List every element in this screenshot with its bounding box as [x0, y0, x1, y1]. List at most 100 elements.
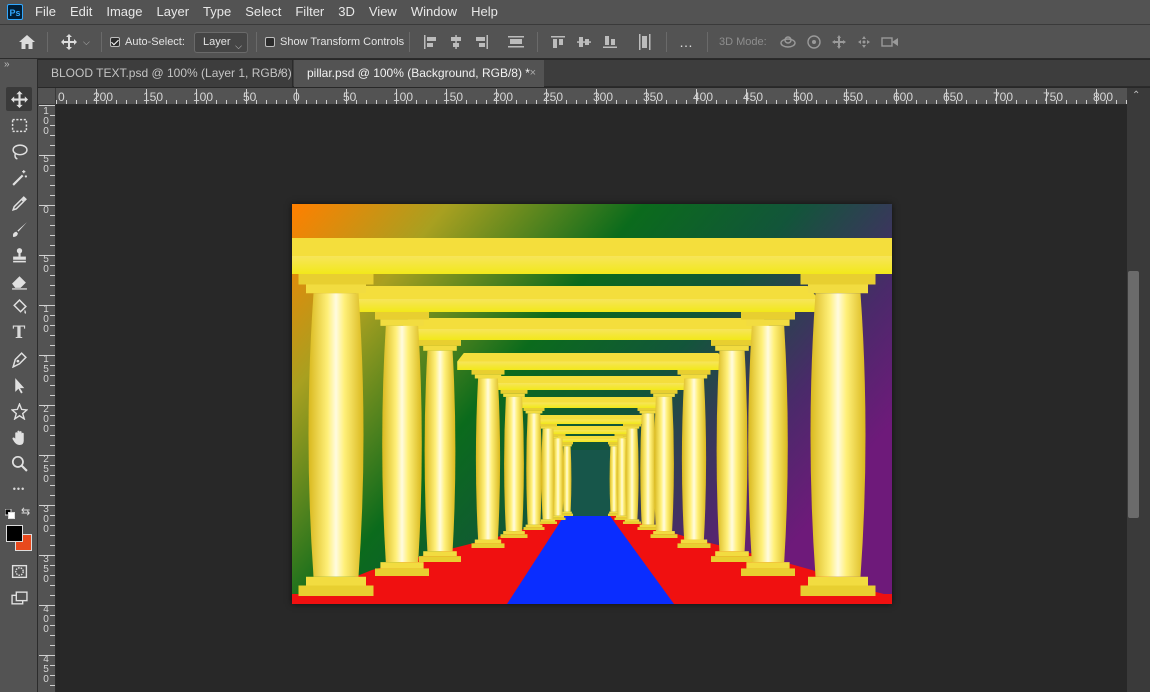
- pillar-shaft: [541, 428, 555, 520]
- distribute-horizontal-icon[interactable]: [638, 25, 652, 59]
- align-center-horizontal-icon[interactable]: [449, 35, 463, 49]
- custom-shape-tool[interactable]: [6, 399, 32, 423]
- beam-front: [531, 419, 649, 424]
- chevron-down-icon[interactable]: ⌵: [83, 37, 90, 48]
- eyedropper-tool[interactable]: [6, 191, 32, 215]
- auto-select-checkbox[interactable]: Auto-Select:: [110, 25, 185, 59]
- ruler-label: 700: [993, 90, 1014, 104]
- move-tool[interactable]: [6, 87, 32, 111]
- hand-icon: [11, 430, 24, 445]
- type-tool[interactable]: T: [6, 321, 32, 345]
- menu-type[interactable]: Type: [196, 0, 238, 24]
- show-transform-controls-checkbox[interactable]: Show Transform Controls: [265, 25, 404, 59]
- 3d-roll-icon[interactable]: [806, 34, 822, 50]
- 3d-tools-group: [779, 25, 899, 59]
- document-tab-blood-text[interactable]: BLOOD TEXT.psd @ 100% (Layer 1, RGB/8) ×: [38, 60, 293, 87]
- ellipsis-icon: •••: [12, 484, 26, 494]
- shape-icon: [10, 402, 28, 420]
- more-options-icon[interactable]: …: [679, 25, 694, 59]
- menu-help[interactable]: Help: [464, 0, 505, 24]
- beam-top: [555, 436, 626, 439]
- magic-wand-tool[interactable]: [6, 165, 32, 189]
- pillar-plinth: [298, 585, 374, 596]
- screen-mode-button[interactable]: [6, 586, 32, 610]
- distribute-icon[interactable]: [508, 25, 524, 59]
- pillar-capital: [375, 312, 429, 320]
- swap-colors-icon[interactable]: ⇆: [21, 505, 30, 518]
- ruler-label: 550: [843, 90, 864, 104]
- hand-tool[interactable]: [6, 425, 32, 449]
- menu-3d[interactable]: 3D: [331, 0, 362, 24]
- pillar-capital: [741, 312, 795, 320]
- pillar-plinth: [650, 534, 678, 538]
- move-tool-preset-icon[interactable]: ⌵: [61, 25, 90, 59]
- scrollbar-thumb[interactable]: [1128, 271, 1139, 518]
- 3d-pan-icon[interactable]: [831, 34, 847, 50]
- pillar-shaft: [526, 413, 542, 525]
- paint-bucket-icon: [12, 298, 27, 314]
- close-icon[interactable]: ×: [278, 60, 284, 87]
- show-transform-check[interactable]: [265, 37, 275, 47]
- pillar-capital: [650, 390, 678, 394]
- chevron-down-icon: ⌵: [235, 41, 242, 51]
- beam-top: [531, 415, 649, 420]
- eraser-tool[interactable]: [6, 269, 32, 293]
- paint-bucket-tool[interactable]: [6, 295, 32, 319]
- align-top-icon[interactable]: [551, 35, 565, 49]
- panel-collapse-icon[interactable]: »: [4, 59, 9, 70]
- zoom-tool[interactable]: [6, 451, 32, 475]
- brush-tool[interactable]: [6, 217, 32, 241]
- more-tools[interactable]: •••: [6, 477, 32, 501]
- pillar-base: [423, 551, 457, 557]
- beam-front: [555, 439, 626, 442]
- scroll-up-icon[interactable]: ⌃: [1132, 90, 1140, 101]
- pillar-capital: [711, 340, 753, 346]
- ruler-label: 4 5 0: [43, 654, 49, 685]
- pillar-capital: [500, 390, 528, 394]
- document-canvas[interactable]: [292, 204, 892, 604]
- menu-file[interactable]: File: [35, 0, 63, 24]
- beam-top: [457, 353, 725, 362]
- 3d-scale-camera-icon[interactable]: [881, 35, 899, 49]
- pillar-capital: [474, 374, 502, 379]
- close-icon[interactable]: ×: [530, 60, 536, 87]
- quick-mask-button[interactable]: [6, 559, 32, 583]
- align-right-icon[interactable]: [475, 35, 489, 49]
- document-tab-pillar[interactable]: pillar.psd @ 100% (Background, RGB/8) * …: [294, 60, 544, 87]
- 3d-orbit-icon[interactable]: [779, 35, 797, 49]
- lasso-tool[interactable]: [6, 139, 32, 163]
- align-left-icon[interactable]: [423, 35, 437, 49]
- menu-edit[interactable]: Edit: [63, 0, 99, 24]
- pillar-shaft: [654, 396, 674, 532]
- auto-select-target-dropdown[interactable]: Layer ⌵: [194, 32, 248, 53]
- pillar-shaft: [308, 293, 364, 577]
- horizontal-ruler[interactable]: 0 200 150 100 50 0 50 100 150 200 250 30…: [56, 88, 1127, 105]
- home-icon[interactable]: [18, 25, 36, 59]
- vertical-scrollbar[interactable]: ⌃: [1127, 88, 1150, 692]
- menu-bar: Ps File Edit Image Layer Type Select Fil…: [0, 0, 1150, 24]
- stamp-tool[interactable]: [6, 243, 32, 267]
- pillar-capital: [800, 274, 876, 285]
- 3d-slide-icon[interactable]: [856, 34, 872, 50]
- menu-layer[interactable]: Layer: [150, 0, 197, 24]
- pen-tool[interactable]: [6, 347, 32, 371]
- ruler-origin[interactable]: [38, 88, 56, 105]
- default-colors-icon[interactable]: [4, 506, 15, 519]
- menu-filter[interactable]: Filter: [288, 0, 331, 24]
- menu-window[interactable]: Window: [404, 0, 464, 24]
- menu-image[interactable]: Image: [99, 0, 149, 24]
- align-middle-vertical-icon[interactable]: [577, 35, 591, 49]
- menu-select[interactable]: Select: [238, 0, 288, 24]
- pillar-plinth: [500, 534, 528, 538]
- ruler-label: 3 5 0: [43, 554, 49, 585]
- vertical-ruler[interactable]: 1 0 0 5 0 0 5 0 1 0 0 1 5 0 2 0 0 2 5 0 …: [38, 105, 56, 692]
- foreground-color-swatch[interactable]: [6, 525, 23, 542]
- auto-select-check[interactable]: [110, 37, 120, 47]
- pillar-capital: [471, 370, 505, 375]
- pillar-capital: [715, 345, 749, 351]
- marquee-tool[interactable]: [6, 113, 32, 137]
- path-selection-tool[interactable]: [6, 373, 32, 397]
- align-bottom-icon[interactable]: [603, 35, 617, 49]
- menu-view[interactable]: View: [362, 0, 404, 24]
- ruler-label: 150: [143, 90, 164, 104]
